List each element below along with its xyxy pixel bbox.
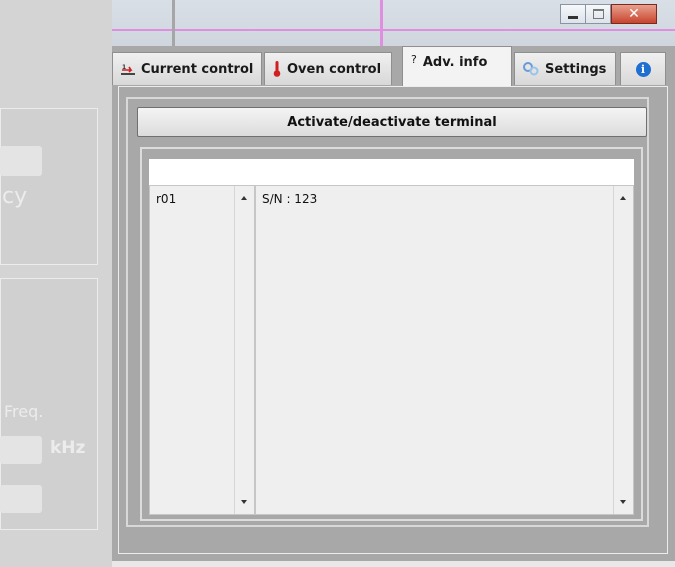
background-stripe	[380, 0, 383, 46]
terminal-id-item[interactable]: r01	[156, 192, 176, 206]
tab-label: Settings	[545, 61, 607, 77]
thermometer-icon	[273, 61, 281, 77]
terminal-output-scrollbar[interactable]	[613, 186, 633, 514]
ghost-label-cy: cy	[2, 184, 28, 209]
scroll-down-icon[interactable]	[241, 500, 247, 504]
tab-oven-control[interactable]: Oven control	[264, 52, 392, 85]
svg-text:1: 1	[122, 64, 126, 71]
info-icon: i	[635, 61, 651, 77]
maximize-icon	[592, 9, 604, 19]
tab-current-control[interactable]: 1 Current control	[112, 52, 262, 85]
tab-settings[interactable]: Settings	[514, 52, 616, 85]
ghost-label-freq: Freq.	[4, 402, 44, 421]
gears-icon	[523, 62, 539, 76]
ghost-label-khz: kHz	[50, 438, 86, 458]
tab-label: Current control	[141, 61, 254, 77]
background-stripe	[172, 0, 175, 46]
background-panel: cy Freq. kHz	[0, 0, 112, 567]
tab-adv-info[interactable]: ? Adv. info	[402, 46, 512, 86]
terminal-output-item[interactable]: S/N : 123	[262, 192, 317, 206]
terminal-id-scrollbar[interactable]	[234, 186, 254, 514]
ghost-field	[0, 436, 42, 464]
tab-bar: 1 Current control Oven control ? Adv. in…	[112, 46, 675, 86]
minimize-icon	[568, 16, 578, 19]
scroll-up-icon[interactable]	[241, 196, 247, 200]
question-mark-icon: ?	[411, 53, 417, 66]
close-icon: ✕	[628, 6, 640, 22]
scroll-up-icon[interactable]	[620, 196, 626, 200]
maximize-button[interactable]	[585, 4, 611, 24]
terminal-id-list[interactable]: r01	[149, 185, 255, 515]
scroll-down-icon[interactable]	[620, 500, 626, 504]
activate-terminal-button[interactable]: Activate/deactivate terminal	[137, 107, 647, 137]
minimize-button[interactable]	[560, 4, 586, 24]
tab-label: Adv. info	[422, 55, 488, 70]
tab-label: Oven control	[287, 61, 382, 77]
bottom-background-strip	[112, 561, 675, 567]
terminal-input[interactable]	[149, 159, 634, 185]
terminal-output-list[interactable]: S/N : 123	[255, 185, 634, 515]
ghost-field	[0, 146, 42, 176]
ghost-field	[0, 485, 42, 513]
tab-info[interactable]: i	[620, 52, 666, 85]
current-arrow-icon: 1	[121, 64, 135, 75]
pink-accent-line	[112, 29, 675, 31]
close-button[interactable]: ✕	[611, 4, 657, 24]
main-window: 1 Current control Oven control ? Adv. in…	[112, 46, 675, 561]
